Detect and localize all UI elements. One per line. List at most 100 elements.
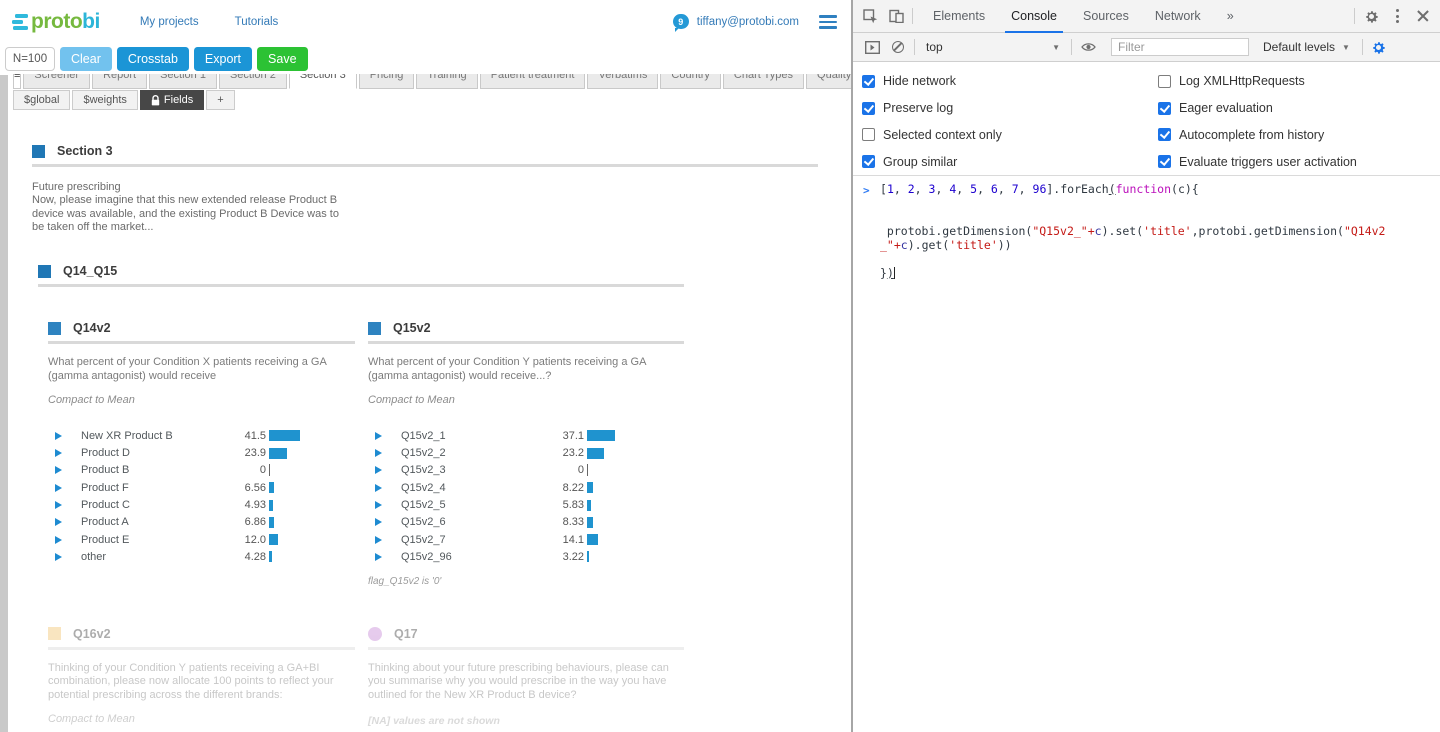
section-tab[interactable]: Quality checks [806,74,851,89]
console-setting[interactable]: Preserve log [862,95,1158,122]
data-row[interactable]: Product C 4.93 [48,496,355,513]
device-toolbar-icon[interactable] [883,3,909,29]
checkbox[interactable] [1158,128,1171,141]
display-mode-label[interactable]: Compact to Mean [48,394,355,406]
display-mode-label[interactable]: Compact to Mean [48,713,355,725]
expand-triangle-icon[interactable] [55,536,62,544]
protobi-logo[interactable]: protobi [12,10,100,34]
checkbox[interactable] [862,155,875,168]
data-row[interactable]: Product D 23.9 [48,444,355,461]
user-email[interactable]: tiffany@protobi.com [697,16,799,28]
expand-triangle-icon[interactable] [375,553,382,561]
live-expression-eye-icon[interactable] [1075,34,1101,60]
data-row[interactable]: Q15v2_6 8.33 [368,514,684,531]
toolbar-button[interactable]: Clear [60,47,112,71]
expand-triangle-icon[interactable] [55,449,62,457]
section-tab[interactable]: Chart Types [723,74,804,89]
notification-badge[interactable]: 9 [673,14,689,29]
console-input-area[interactable]: > [1, 2, 3, 4, 5, 6, 7, 96].forEach(func… [853,176,1440,626]
data-row[interactable]: Q15v2_96 3.22 [368,548,684,565]
log-levels-dropdown[interactable]: Default levels ▼ [1263,40,1350,54]
checkbox[interactable] [1158,75,1171,88]
tabs-menu-icon[interactable]: ≡ [13,74,21,89]
toolbar-button[interactable]: Save [257,47,308,71]
field-subtab[interactable]: + [206,90,234,110]
expand-triangle-icon[interactable] [375,466,382,474]
data-row[interactable]: Q15v2_1 37.1 [368,427,684,444]
question-title[interactable]: Q17 [394,627,418,641]
console-setting[interactable]: Log XMLHttpRequests [1158,68,1357,95]
hamburger-menu-icon[interactable] [819,13,837,32]
section-tab[interactable]: Country [660,74,721,89]
expand-triangle-icon[interactable] [375,501,382,509]
console-code[interactable]: [1, 2, 3, 4, 5, 6, 7, 96].forEach(functi… [880,182,1430,280]
section-tab[interactable]: Report [92,74,147,89]
section-tab[interactable]: Patient treatment [480,74,586,89]
section-tab[interactable]: Section 3 [289,74,357,89]
sample-size-input[interactable]: N=100 [5,47,55,71]
field-subtab[interactable]: $weights [72,90,137,110]
data-row[interactable]: Q15v2_7 14.1 [368,531,684,548]
console-setting[interactable]: Autocomplete from history [1158,122,1357,149]
question-title[interactable]: Q14v2 [73,321,111,335]
settings-gear-icon[interactable] [1358,3,1384,29]
data-row[interactable]: Product B 0 [48,462,355,479]
section-title[interactable]: Section 3 [57,144,113,158]
data-row[interactable]: New XR Product B 41.5 [48,427,355,444]
expand-triangle-icon[interactable] [375,449,382,457]
expand-triangle-icon[interactable] [55,484,62,492]
display-mode-label[interactable]: Compact to Mean [368,394,684,406]
nav-link[interactable]: My projects [140,16,199,28]
question-title[interactable]: Q15v2 [393,321,431,335]
devtools-tab[interactable]: Console [1005,0,1063,33]
kebab-menu-icon[interactable] [1384,3,1410,29]
section-tab[interactable]: Training [416,74,477,89]
console-settings-gear-icon[interactable] [1366,34,1392,60]
inspect-element-icon[interactable] [857,3,883,29]
toolbar-button[interactable]: Crosstab [117,47,189,71]
field-subtab[interactable]: $global [13,90,70,110]
devtools-tab[interactable]: » [1221,0,1240,33]
console-setting[interactable]: Evaluate triggers user activation [1158,148,1357,175]
devtools-tab[interactable]: Elements [927,0,991,33]
expand-triangle-icon[interactable] [375,484,382,492]
data-row[interactable]: Product F 6.56 [48,479,355,496]
data-row[interactable]: Q15v2_2 23.2 [368,444,684,461]
section-tab[interactable]: Verbatims [587,74,658,89]
checkbox[interactable] [862,128,875,141]
nav-link[interactable]: Tutorials [235,16,279,28]
close-devtools-icon[interactable] [1410,3,1436,29]
section-tab[interactable]: Pricing [359,74,415,89]
data-row[interactable]: Q15v2_4 8.22 [368,479,684,496]
checkbox[interactable] [862,75,875,88]
devtools-tab[interactable]: Sources [1077,0,1135,33]
expand-triangle-icon[interactable] [55,466,62,474]
toolbar-button[interactable]: Export [194,47,252,71]
expand-triangle-icon[interactable] [55,432,62,440]
data-row[interactable]: Q15v2_3 0 [368,462,684,479]
checkbox[interactable] [1158,102,1171,115]
section-tab[interactable]: Section 2 [219,74,287,89]
section-tab[interactable]: Section 1 [149,74,217,89]
console-setting[interactable]: Selected context only [862,122,1158,149]
data-row[interactable]: Q15v2_5 5.83 [368,496,684,513]
expand-triangle-icon[interactable] [375,432,382,440]
expand-triangle-icon[interactable] [375,536,382,544]
data-row[interactable]: Product E 12.0 [48,531,355,548]
field-subtab[interactable]: Fields [140,90,204,110]
expand-triangle-icon[interactable] [375,518,382,526]
clear-console-icon[interactable] [885,34,911,60]
expand-triangle-icon[interactable] [55,518,62,526]
console-sidebar-icon[interactable] [859,34,885,60]
expand-triangle-icon[interactable] [55,553,62,561]
expand-triangle-icon[interactable] [55,501,62,509]
data-row[interactable]: other 4.28 [48,548,355,565]
context-selector[interactable]: top ▼ [918,40,1068,54]
checkbox[interactable] [1158,155,1171,168]
devtools-tab[interactable]: Network [1149,0,1207,33]
data-row[interactable]: Product A 6.86 [48,514,355,531]
filter-input[interactable] [1111,38,1249,56]
console-setting[interactable]: Eager evaluation [1158,95,1357,122]
section-tab[interactable]: Screener [23,74,90,89]
console-setting[interactable]: Hide network [862,68,1158,95]
